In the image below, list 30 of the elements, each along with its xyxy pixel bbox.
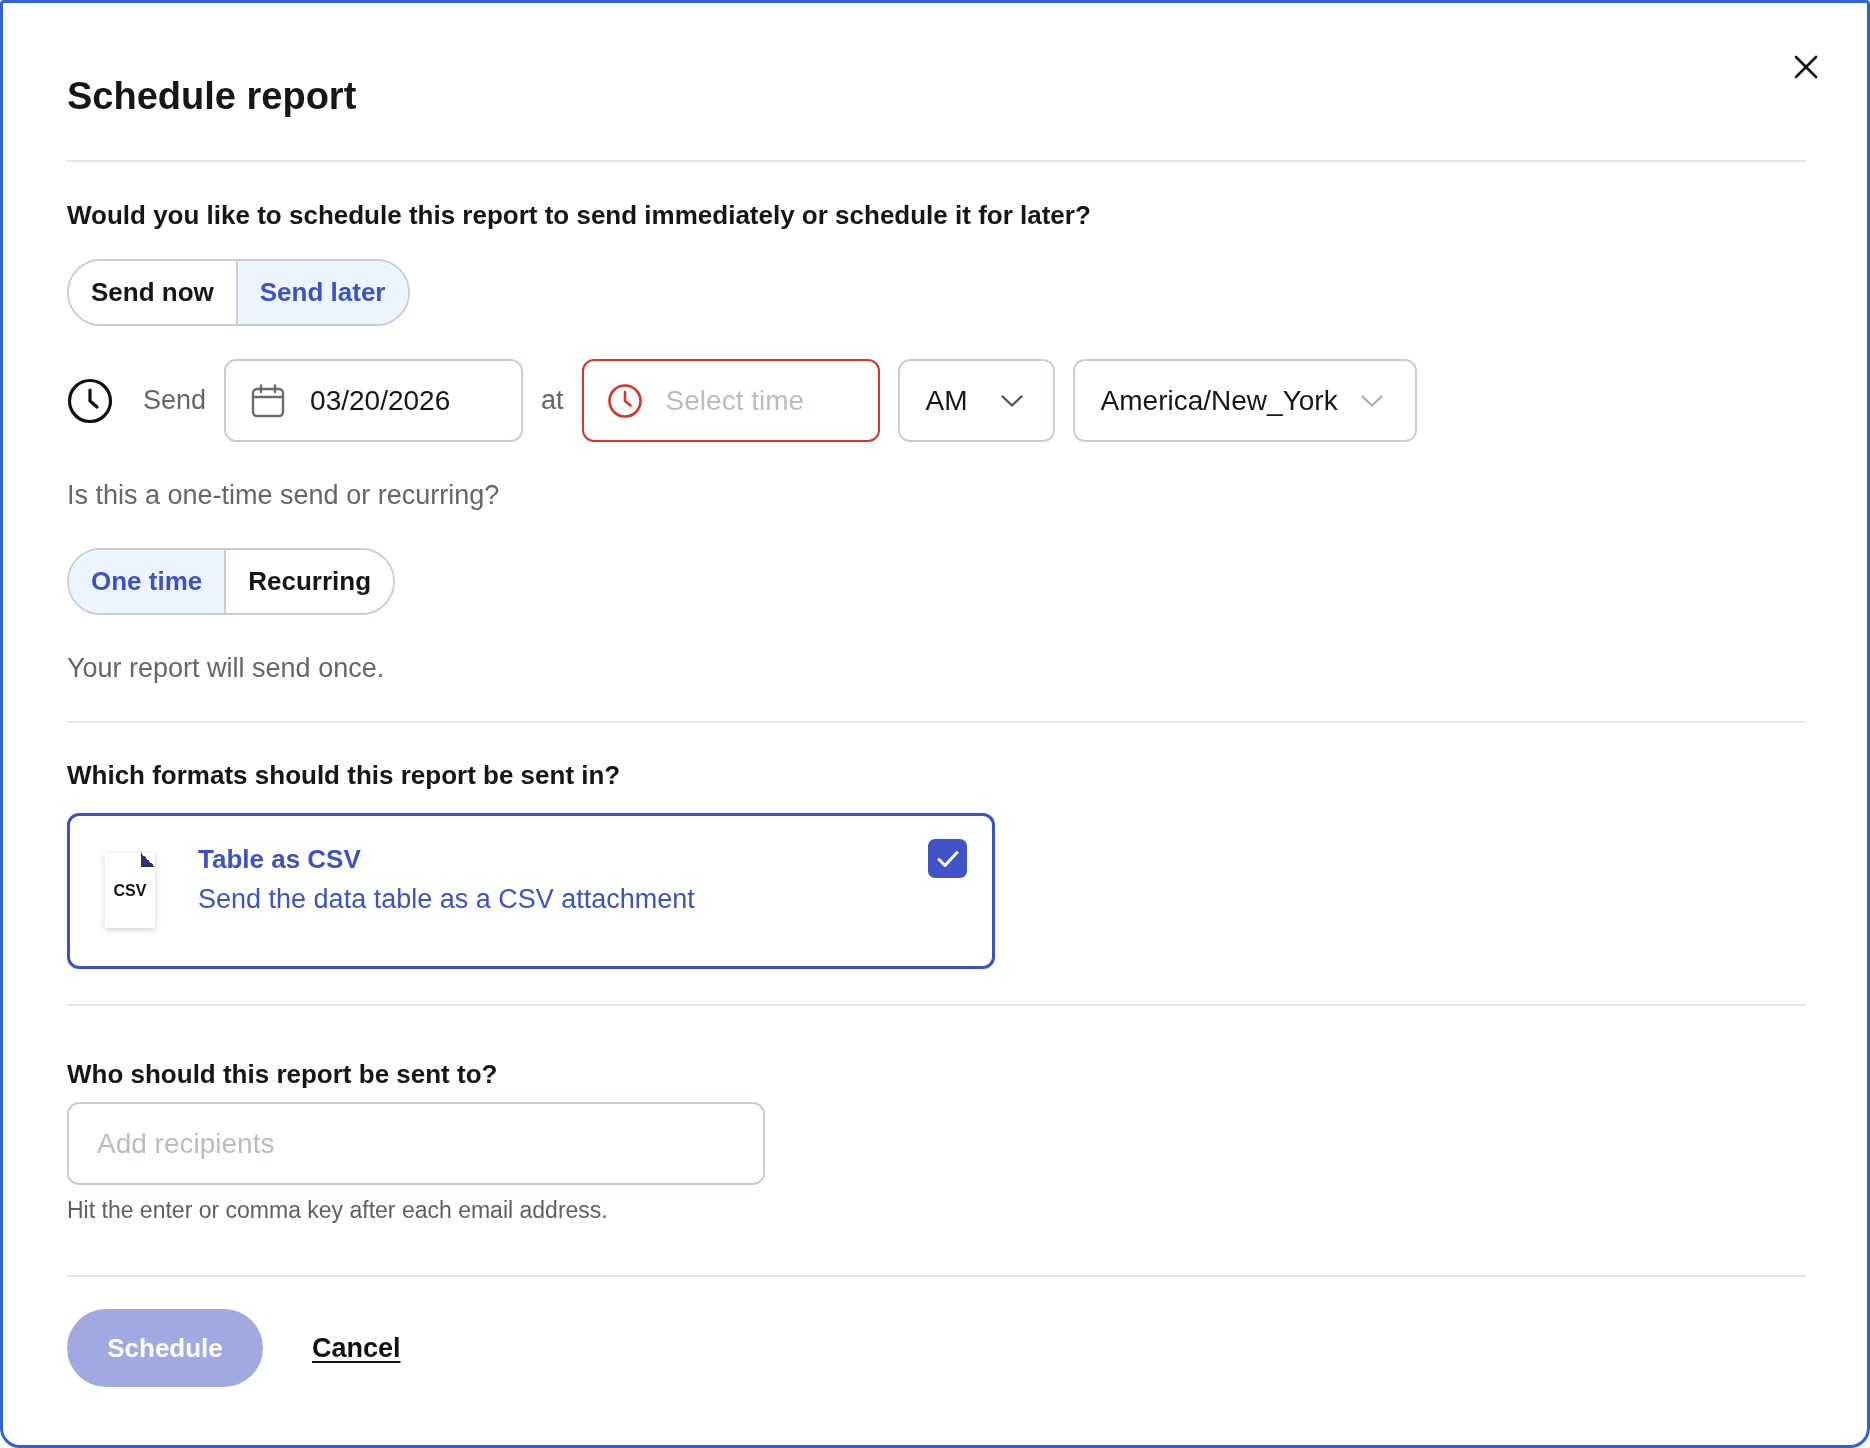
recipients-input[interactable]: Add recipients [67, 1102, 765, 1185]
format-description: Send the data table as a CSV attachment [198, 883, 696, 916]
calendar-icon [251, 383, 286, 418]
timezone-dropdown[interactable]: America/New_York [1072, 359, 1417, 442]
file-type-label: CSV [113, 881, 147, 900]
checkbox[interactable] [928, 839, 967, 878]
recipients-hint: Hit the enter or comma key after each email address. [67, 1196, 608, 1224]
recipients-question: Who should this report be sent to? [67, 1059, 498, 1089]
chevron-down-icon [1360, 394, 1383, 407]
frequency-question: Is this a one-time send or recurring? [67, 479, 500, 511]
segment-tab[interactable]: Send later [235, 261, 408, 324]
formats-question: Which formats should this report be sent in? [67, 760, 621, 790]
clock-icon [606, 382, 643, 419]
at-label: at [541, 385, 564, 416]
date-field[interactable]: 03/20/2026 [224, 359, 524, 442]
format-title: Table as CSV [198, 843, 362, 876]
segment-tab[interactable]: Recurring [224, 550, 394, 613]
close-icon [1794, 55, 1818, 79]
send-label: Send [143, 385, 207, 416]
chevron-down-icon [1000, 394, 1023, 407]
timing-question: Would you like to schedule this report to send immediately or schedule it for later? [67, 200, 1091, 230]
format-option-card[interactable]: CSV Table as CSV Send the data table as a CSV attachment [67, 813, 995, 969]
segment-tab[interactable]: One time [69, 550, 225, 613]
time-field[interactable]: Select time [581, 359, 880, 442]
dialog-title: Schedule report [67, 74, 357, 118]
checkmark-icon [936, 849, 959, 868]
clock-icon [67, 377, 113, 424]
cancel-link[interactable]: Cancel [312, 1332, 401, 1364]
frequency-summary: Your report will send once. [67, 652, 385, 684]
period-dropdown[interactable]: AM [897, 359, 1055, 442]
